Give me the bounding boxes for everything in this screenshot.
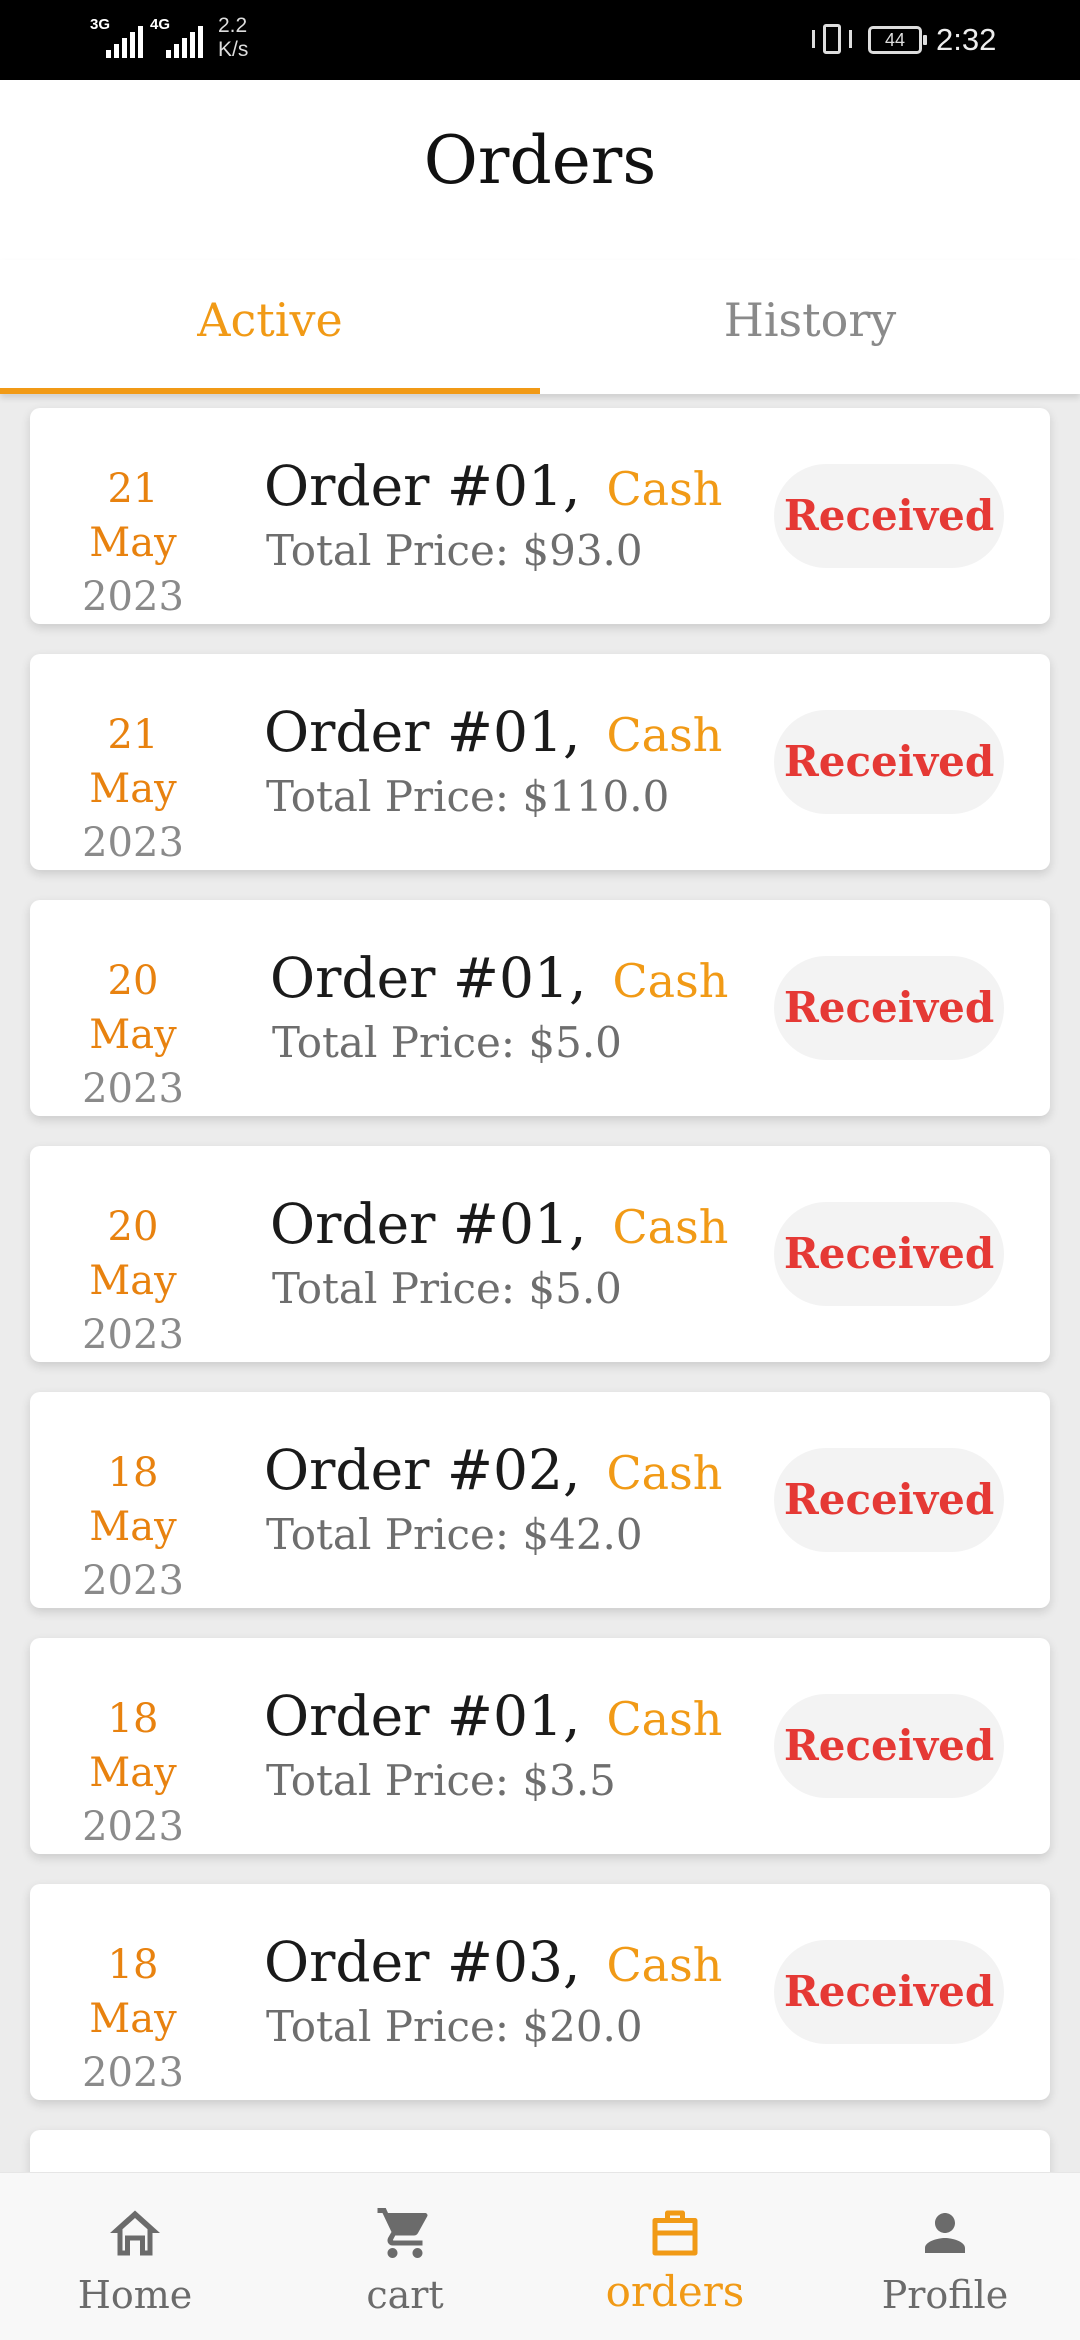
nav-cart[interactable]: cart <box>270 2173 540 2340</box>
order-date-year: 2023 <box>82 820 184 866</box>
status-badge[interactable]: Received <box>774 710 1004 814</box>
order-number: Order #01, <box>264 454 581 518</box>
order-card[interactable]: 18 May 2023 Order #02, Cash Total Price: … <box>30 1392 1050 1608</box>
order-date: 18 May 2023 <box>60 1692 206 1854</box>
order-title: Order #01, Cash <box>270 946 728 1010</box>
nav-label-cart: cart <box>366 2273 444 2317</box>
order-number: Order #01, <box>270 1192 587 1256</box>
speed-value: 2.2 <box>218 14 248 37</box>
order-date: 18 May 2023 <box>60 1938 206 2100</box>
order-total-price: Total Price: $93.0 <box>266 526 643 575</box>
nav-label-orders: orders <box>605 2267 745 2316</box>
order-number: Order #01, <box>264 1684 581 1748</box>
order-number: Order #01, <box>270 946 587 1010</box>
app-header: Orders <box>0 80 1080 260</box>
status-badge[interactable]: Received <box>774 1448 1004 1552</box>
order-date: 21 May 2023 <box>60 708 206 870</box>
order-date: 20 May 2023 <box>60 1200 206 1362</box>
order-total-price: Total Price: $3.5 <box>266 1756 616 1805</box>
order-card[interactable]: 18 May 2023 Order #03, Cash Total Price: … <box>30 1884 1050 2100</box>
order-card[interactable]: 20 May 2023 Order #01, Cash Total Price: … <box>30 1146 1050 1362</box>
battery-icon: 44 <box>868 26 927 54</box>
payment-method: Cash <box>606 462 723 516</box>
nav-orders[interactable]: orders <box>540 2173 810 2340</box>
payment-method: Cash <box>606 1938 723 1992</box>
order-title: Order #01, Cash <box>264 1684 722 1748</box>
order-number: Order #03, <box>264 1930 581 1994</box>
order-card[interactable]: 18 May 2023 Order #01, Cash Total Price: … <box>30 1638 1050 1854</box>
payment-method: Cash <box>612 1200 729 1254</box>
order-date: 18 May 2023 <box>60 1446 206 1608</box>
order-date-day: 18 May <box>89 1942 177 2042</box>
order-title: Order #01, Cash <box>270 1192 728 1256</box>
nav-label-profile: Profile <box>881 2273 1009 2317</box>
status-bar: 3G 4G 2.2 K/s 44 2:32 <box>0 0 1080 80</box>
order-date: 21 May 2023 <box>60 462 206 624</box>
signal-3g-icon: 3G <box>90 16 143 58</box>
briefcase-icon <box>652 2210 698 2256</box>
tab-indicator <box>0 388 540 394</box>
order-card[interactable]: 21 May 2023 Order #01, Cash Total Price: … <box>30 654 1050 870</box>
order-date-year: 2023 <box>82 2050 184 2096</box>
order-date-day: 20 May <box>89 958 177 1058</box>
status-badge[interactable]: Received <box>774 1202 1004 1306</box>
home-icon <box>110 2210 160 2256</box>
order-date-day: 21 May <box>89 466 177 566</box>
payment-method: Cash <box>606 1446 723 1500</box>
nav-profile[interactable]: Profile <box>810 2173 1080 2340</box>
order-title: Order #02, Cash <box>264 1438 722 1502</box>
bottom-navigation: Home cart orders Profile <box>0 2172 1080 2340</box>
order-card[interactable]: 21 May 2023 Order #01, Cash Total Price: … <box>30 408 1050 624</box>
order-total-price: Total Price: $5.0 <box>272 1264 622 1313</box>
tab-history[interactable]: History <box>540 260 1080 394</box>
order-title: Order #01, Cash <box>264 700 722 764</box>
network-type-label: 3G <box>90 16 111 33</box>
status-badge[interactable]: Received <box>774 1694 1004 1798</box>
page-title: Orders <box>423 122 657 199</box>
order-date-year: 2023 <box>82 1312 184 1358</box>
nav-label-home: Home <box>77 2273 193 2317</box>
order-total-price: Total Price: $5.0 <box>272 1018 622 1067</box>
order-date-year: 2023 <box>82 1804 184 1850</box>
order-date-day: 21 May <box>89 712 177 812</box>
status-badge[interactable]: Received <box>774 1940 1004 2044</box>
order-number: Order #02, <box>264 1438 581 1502</box>
order-tabs: Active History <box>0 260 1080 394</box>
order-title: Order #01, Cash <box>264 454 722 518</box>
network-speed: 2.2 K/s <box>218 14 248 62</box>
order-total-price: Total Price: $110.0 <box>266 772 670 821</box>
order-date-year: 2023 <box>82 1066 184 1112</box>
cart-icon <box>377 2208 428 2258</box>
order-date-year: 2023 <box>82 1558 184 1604</box>
vibrate-icon <box>812 22 852 58</box>
network-type-label: 4G <box>150 16 171 33</box>
order-title: Order #03, Cash <box>264 1930 722 1994</box>
order-total-price: Total Price: $42.0 <box>266 1510 643 1559</box>
signal-4g-icon: 4G <box>150 16 203 58</box>
payment-method: Cash <box>612 954 729 1008</box>
person-icon <box>925 2213 965 2253</box>
order-date-day: 20 May <box>89 1204 177 1304</box>
tab-active[interactable]: Active <box>0 260 540 394</box>
order-date-year: 2023 <box>82 574 184 620</box>
speed-unit: K/s <box>218 38 249 61</box>
order-date-day: 18 May <box>89 1696 177 1796</box>
clock: 2:32 <box>936 22 997 57</box>
order-number: Order #01, <box>264 700 581 764</box>
payment-method: Cash <box>606 708 723 762</box>
battery-level: 44 <box>884 30 906 50</box>
status-badge[interactable]: Received <box>774 464 1004 568</box>
payment-method: Cash <box>606 1692 723 1746</box>
order-date: 20 May 2023 <box>60 954 206 1116</box>
nav-home[interactable]: Home <box>0 2173 270 2340</box>
order-total-price: Total Price: $20.0 <box>266 2002 643 2051</box>
order-date-day: 18 May <box>89 1450 177 1550</box>
order-card[interactable]: 20 May 2023 Order #01, Cash Total Price: … <box>30 900 1050 1116</box>
status-badge[interactable]: Received <box>774 956 1004 1060</box>
